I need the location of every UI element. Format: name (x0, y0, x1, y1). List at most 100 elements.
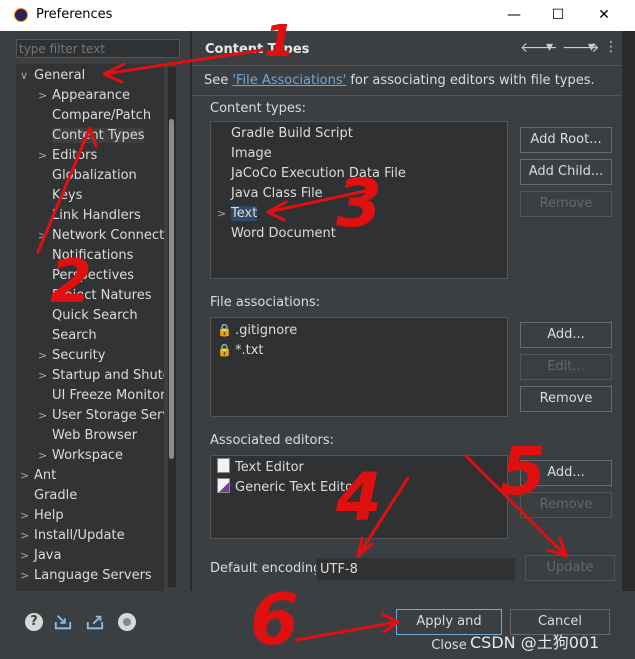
dialog-button-bar: ? Apply and Close Cancel CSDN @土狗001 (0, 591, 635, 659)
scroll-thumb[interactable] (169, 119, 174, 459)
expand-arrow-icon[interactable]: > (20, 466, 34, 486)
add-association-button[interactable]: Add... (520, 322, 612, 348)
tree-item[interactable]: Search (38, 326, 97, 346)
tree-item[interactable]: > Appearance (38, 86, 130, 106)
tree-item-label: Perspectives (52, 268, 135, 283)
tree-item-label: Editors (52, 148, 98, 163)
expand-arrow-icon[interactable]: > (217, 204, 231, 224)
tree-item[interactable]: > Editors (38, 146, 97, 166)
tree-item-label: Appearance (52, 88, 131, 103)
tree-item[interactable]: UI Freeze Monitorin (38, 386, 164, 406)
tree-item-label: Network Connectio (52, 228, 164, 243)
help-icon[interactable]: ? (25, 613, 43, 631)
associated-editors-label: Associated editors: (210, 433, 335, 448)
tree-item[interactable]: > Help (20, 506, 64, 526)
tree-item-label: Search (52, 328, 97, 343)
remove-association-button[interactable]: Remove (520, 386, 612, 412)
close-button[interactable]: ✕ (584, 3, 624, 27)
content-type-item[interactable]: Gradle Build Script (217, 124, 353, 144)
tree-item[interactable]: Quick Search (38, 306, 138, 326)
tree-item[interactable]: Project Natures (38, 286, 151, 306)
tree-item[interactable]: > Network Connectio (38, 226, 164, 246)
file-association-label: .gitignore (235, 323, 298, 338)
dropdown-small-icon[interactable]: ▾ (546, 39, 553, 55)
associated-editor-label: Generic Text Editor (235, 480, 359, 495)
tree-item-label: Language Servers (34, 568, 152, 583)
tree-vertical-scrollbar[interactable] (168, 67, 176, 587)
expand-arrow-icon[interactable]: > (20, 526, 34, 546)
file-associations-link[interactable]: 'File Associations' (232, 73, 346, 88)
tree-item-label: Install/Update (34, 528, 125, 543)
filter-input[interactable]: type filter text (16, 39, 180, 58)
content-type-item[interactable]: Image (217, 144, 272, 164)
default-encoding-input[interactable]: UTF-8 (316, 557, 516, 581)
tree-item-label: Web Browser (52, 428, 138, 443)
expand-arrow-icon[interactable]: > (20, 546, 34, 566)
tree-item[interactable]: >Startup and Shutdo (38, 366, 164, 386)
tree-item[interactable]: Web Browser (38, 426, 137, 446)
preferences-navigation: type filter text ∨ General > Appearance Comp… (0, 31, 190, 601)
tree-item[interactable]: Content Types (38, 126, 145, 146)
tree-item[interactable]: Keys (38, 186, 82, 206)
tree-item[interactable]: Link Handlers (38, 206, 141, 226)
expand-arrow-icon[interactable]: > (20, 506, 34, 526)
tree-item-label: Quick Search (52, 308, 138, 323)
eclipse-icon (14, 8, 28, 22)
associated-editors-list[interactable]: Text Editor Generic Text Editor (210, 455, 508, 539)
tree-item[interactable]: ∨ General (20, 66, 85, 86)
tree-item[interactable]: > Install/Update (20, 526, 125, 546)
tree-item-label: Help (34, 508, 64, 523)
content-type-item[interactable]: > Text (217, 204, 258, 224)
content-type-item[interactable]: Word Document (217, 224, 336, 244)
add-child-button[interactable]: Add Child... (520, 159, 612, 185)
content-type-item[interactable]: JaCoCo Execution Data File (217, 164, 406, 184)
update-button[interactable]: Update (525, 555, 615, 581)
expand-arrow-icon[interactable]: > (38, 346, 52, 366)
file-association-item[interactable]: 🔒 .gitignore (217, 320, 297, 340)
associated-editor-item[interactable]: Generic Text Editor (217, 478, 358, 498)
expand-arrow-icon[interactable]: > (38, 366, 52, 386)
tree-item[interactable]: >User Storage Servic (38, 406, 164, 426)
lock-icon: 🔒 (217, 323, 232, 337)
add-editor-button[interactable]: Add... (520, 460, 612, 486)
record-icon[interactable] (118, 613, 136, 631)
file-associations-list[interactable]: 🔒 .gitignore 🔒 *.txt (210, 317, 508, 417)
minimize-button[interactable]: — (494, 3, 534, 27)
content-type-label: Gradle Build Script (231, 126, 353, 141)
export-icon[interactable] (86, 613, 104, 631)
tree-item[interactable]: > Language Servers (20, 566, 152, 586)
tree-item[interactable]: > Java (20, 546, 61, 566)
tree-item[interactable]: Gradle (20, 486, 77, 506)
tree-item[interactable]: Globalization (38, 166, 137, 186)
content-types-tree[interactable]: Gradle Build Script Image JaCoCo Execution… (210, 121, 508, 279)
remove-content-type-button[interactable]: Remove (520, 191, 612, 217)
expand-arrow-icon[interactable]: > (38, 226, 52, 246)
maximize-button[interactable]: ☐ (538, 3, 578, 27)
expand-arrow-icon[interactable]: > (38, 446, 52, 466)
tree-item[interactable]: > Ant (20, 466, 56, 486)
expand-arrow-icon[interactable]: > (38, 86, 52, 106)
tree-item[interactable]: Perspectives (38, 266, 134, 286)
tree-item[interactable]: Notifications (38, 246, 133, 266)
tree-item[interactable]: Compare/Patch (38, 106, 151, 126)
dropdown-small-icon[interactable]: ▾ (588, 39, 595, 55)
content-type-item[interactable]: Java Class File (217, 184, 323, 204)
expand-arrow-icon[interactable]: > (20, 566, 34, 586)
tree-item[interactable]: > Security (38, 346, 105, 366)
add-root-button[interactable]: Add Root... (520, 127, 612, 153)
content-type-label: Text (231, 206, 258, 221)
expand-arrow-icon[interactable]: ∨ (20, 66, 34, 86)
view-menu-icon[interactable]: ⋮ (604, 39, 618, 55)
remove-editor-button[interactable]: Remove (520, 492, 612, 518)
import-icon[interactable] (54, 613, 72, 631)
text-file-icon (217, 458, 230, 473)
file-association-item[interactable]: 🔒 *.txt (217, 340, 264, 360)
expand-arrow-icon[interactable]: > (38, 146, 52, 166)
associated-editor-item[interactable]: Text Editor (217, 458, 304, 478)
tree-item[interactable]: > Workspace (38, 446, 123, 466)
page-title: Content Types (205, 42, 310, 57)
expand-arrow-icon[interactable]: > (38, 406, 52, 426)
tree-item-label: General (34, 68, 86, 83)
edit-association-button[interactable]: Edit... (520, 354, 612, 380)
tree-item-label: Notifications (52, 248, 134, 263)
